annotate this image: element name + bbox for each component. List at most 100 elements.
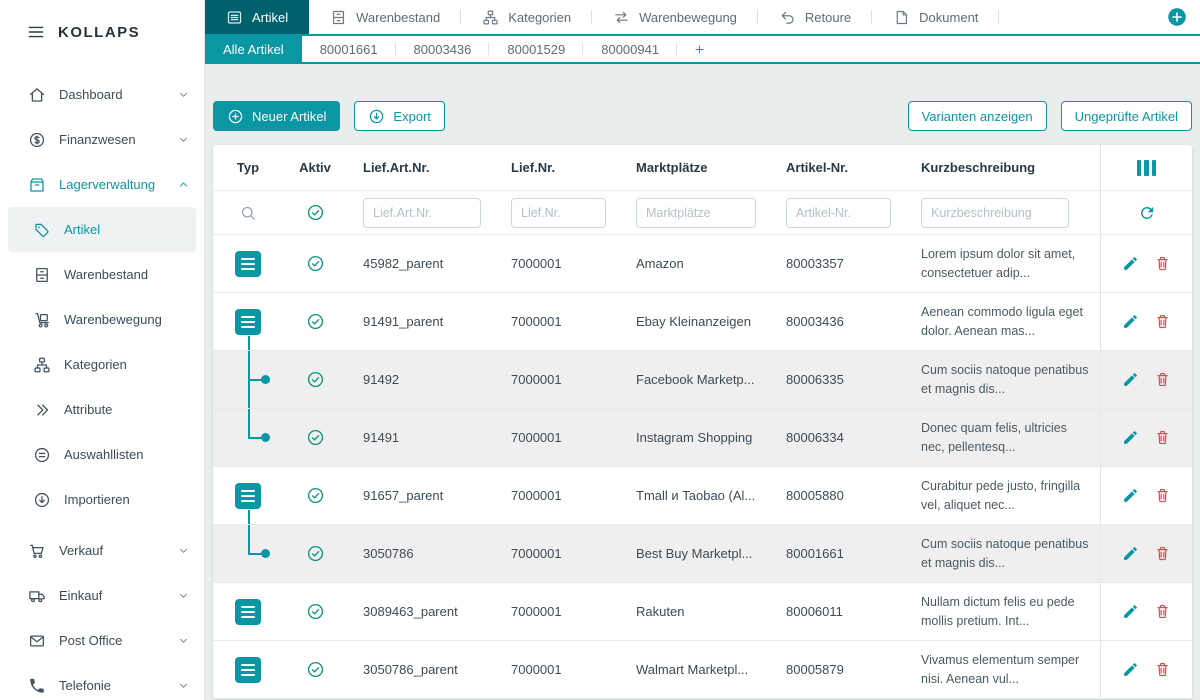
delete-icon[interactable] bbox=[1154, 487, 1171, 504]
sidebar-item-telefonie[interactable]: Telefonie bbox=[0, 663, 204, 700]
edit-icon[interactable] bbox=[1122, 603, 1139, 620]
active-status-icon[interactable] bbox=[306, 660, 325, 679]
header-lief-nr[interactable]: Lief.Nr. bbox=[495, 160, 620, 175]
article-tab-80001661[interactable]: 80001661 bbox=[302, 36, 396, 62]
tab-warenbewegung[interactable]: Warenbewegung bbox=[592, 0, 758, 34]
delete-icon[interactable] bbox=[1154, 661, 1171, 678]
header-lief-art-nr[interactable]: Lief.Art.Nr. bbox=[347, 160, 495, 175]
sidebar-item-verkauf[interactable]: Verkauf bbox=[0, 528, 204, 573]
sidebar-item-finanzwesen[interactable]: Finanzwesen bbox=[0, 117, 204, 162]
marketplace: Best Buy Marketpl... bbox=[620, 546, 770, 561]
sidebar-item-artikel[interactable]: Artikel bbox=[8, 207, 196, 252]
filter-marktplaetze-input[interactable] bbox=[636, 198, 756, 228]
edit-icon[interactable] bbox=[1122, 487, 1139, 504]
sidebar-item-auswahllisten[interactable]: Auswahllisten bbox=[0, 432, 204, 477]
tab-retoure[interactable]: Retoure bbox=[758, 0, 872, 34]
active-filter-icon[interactable] bbox=[306, 203, 325, 222]
sidebar-item-kategorien[interactable]: Kategorien bbox=[0, 342, 204, 387]
tab-dokument[interactable]: Dokument bbox=[872, 0, 999, 34]
show-variants-button[interactable]: Varianten anzeigen bbox=[908, 101, 1047, 131]
columns-icon[interactable] bbox=[1137, 160, 1157, 176]
sidebar-item-attribute[interactable]: Attribute bbox=[0, 387, 204, 432]
delete-icon[interactable] bbox=[1154, 255, 1171, 272]
sidebar-item-warenbewegung[interactable]: Warenbewegung bbox=[0, 297, 204, 342]
sidebar-item-label: Warenbewegung bbox=[64, 312, 162, 327]
search-icon[interactable] bbox=[239, 204, 257, 222]
delete-icon[interactable] bbox=[1154, 603, 1171, 620]
edit-icon[interactable] bbox=[1122, 313, 1139, 330]
table-row[interactable]: 91492 7000001 Facebook Marketp... 800063… bbox=[213, 351, 1192, 409]
active-cell bbox=[283, 370, 347, 389]
sidebar-item-importieren[interactable]: Importieren bbox=[0, 477, 204, 522]
article-type-icon[interactable] bbox=[235, 657, 261, 683]
edit-icon[interactable] bbox=[1122, 661, 1139, 678]
table-row[interactable]: 45982_parent 7000001 Amazon 80003357 Lor… bbox=[213, 235, 1192, 293]
handtruck-icon bbox=[33, 311, 51, 329]
active-status-icon[interactable] bbox=[306, 254, 325, 273]
header-typ[interactable]: Typ bbox=[213, 145, 283, 190]
sidebar-item-label: Lagerverwaltung bbox=[59, 177, 155, 192]
short-description: Aenean commodo ligula eget dolor. Aenean… bbox=[905, 303, 1100, 339]
filter-lief-nr-input[interactable] bbox=[511, 198, 606, 228]
marketplace: Tmall и Taobao (Al... bbox=[620, 488, 770, 503]
article-tab-80003436[interactable]: 80003436 bbox=[396, 36, 490, 62]
active-status-icon[interactable] bbox=[306, 312, 325, 331]
table-row[interactable]: 3050786 7000001 Best Buy Marketpl... 800… bbox=[213, 525, 1192, 583]
edit-icon[interactable] bbox=[1122, 371, 1139, 388]
delete-icon[interactable] bbox=[1154, 371, 1171, 388]
edit-icon[interactable] bbox=[1122, 255, 1139, 272]
finance-icon bbox=[28, 131, 46, 149]
article-tab-alle-artikel[interactable]: Alle Artikel bbox=[205, 36, 302, 62]
article-type-icon[interactable] bbox=[235, 251, 261, 277]
unchecked-articles-button[interactable]: Ungeprüfte Artikel bbox=[1061, 101, 1192, 131]
sidebar-item-postoffice[interactable]: Post Office bbox=[0, 618, 204, 663]
article-tab-80001529[interactable]: 80001529 bbox=[489, 36, 583, 62]
table-row[interactable]: 3050786_parent 7000001 Walmart Marketpl.… bbox=[213, 641, 1192, 699]
article-number: 80006011 bbox=[770, 604, 905, 619]
table-row[interactable]: 91491 7000001 Instagram Shopping 8000633… bbox=[213, 409, 1192, 467]
table-row[interactable]: 91491_parent 7000001 Ebay Kleinanzeigen … bbox=[213, 293, 1192, 351]
add-article-tab-button[interactable] bbox=[677, 36, 722, 62]
delete-icon[interactable] bbox=[1154, 313, 1171, 330]
tab-artikel[interactable]: Artikel bbox=[205, 0, 309, 34]
transfer-icon bbox=[613, 9, 630, 26]
table-row[interactable]: 91657_parent 7000001 Tmall и Taobao (Al.… bbox=[213, 467, 1192, 525]
active-status-icon[interactable] bbox=[306, 486, 325, 505]
new-article-button[interactable]: Neuer Artikel bbox=[213, 101, 340, 131]
active-status-icon[interactable] bbox=[306, 602, 325, 621]
tab-kategorien[interactable]: Kategorien bbox=[461, 0, 592, 34]
chevron-up-icon bbox=[177, 178, 190, 191]
article-type-icon[interactable] bbox=[235, 483, 261, 509]
delete-icon[interactable] bbox=[1154, 429, 1171, 446]
sidebar-item-warenbestand[interactable]: Warenbestand bbox=[0, 252, 204, 297]
filter-kurzbeschreibung-input[interactable] bbox=[921, 198, 1069, 228]
sidebar-item-dashboard[interactable]: Dashboard bbox=[0, 72, 204, 117]
edit-icon[interactable] bbox=[1122, 545, 1139, 562]
sidebar-item-lagerverwaltung[interactable]: Lagerverwaltung bbox=[0, 162, 204, 207]
header-artikel-nr[interactable]: Artikel-Nr. bbox=[770, 160, 905, 175]
article-type-icon[interactable] bbox=[235, 309, 261, 335]
article-number: 80006335 bbox=[770, 372, 905, 387]
row-actions bbox=[1100, 293, 1192, 350]
sidebar-item-einkauf[interactable]: Einkauf bbox=[0, 573, 204, 618]
export-icon bbox=[368, 108, 385, 125]
delete-icon[interactable] bbox=[1154, 545, 1171, 562]
menu-icon[interactable] bbox=[26, 22, 46, 42]
add-tab-button[interactable] bbox=[1167, 7, 1187, 27]
export-button[interactable]: Export bbox=[354, 101, 445, 131]
table-row[interactable]: 3089463_parent 7000001 Rakuten 80006011 … bbox=[213, 583, 1192, 641]
active-status-icon[interactable] bbox=[306, 544, 325, 563]
filter-artikel-nr-input[interactable] bbox=[786, 198, 891, 228]
header-marktplaetze[interactable]: Marktplätze bbox=[620, 160, 770, 175]
active-status-icon[interactable] bbox=[306, 370, 325, 389]
active-status-icon[interactable] bbox=[306, 428, 325, 447]
header-kurzbeschreibung[interactable]: Kurzbeschreibung bbox=[905, 160, 1100, 175]
article-tab-80000941[interactable]: 80000941 bbox=[583, 36, 677, 62]
article-type-icon[interactable] bbox=[235, 599, 261, 625]
header-aktiv[interactable]: Aktiv bbox=[283, 160, 347, 175]
refresh-icon[interactable] bbox=[1138, 204, 1156, 222]
tab-warenbestand[interactable]: Warenbestand bbox=[309, 0, 461, 34]
filter-lief-art-nr-input[interactable] bbox=[363, 198, 481, 228]
edit-icon[interactable] bbox=[1122, 429, 1139, 446]
row-actions bbox=[1100, 583, 1192, 640]
